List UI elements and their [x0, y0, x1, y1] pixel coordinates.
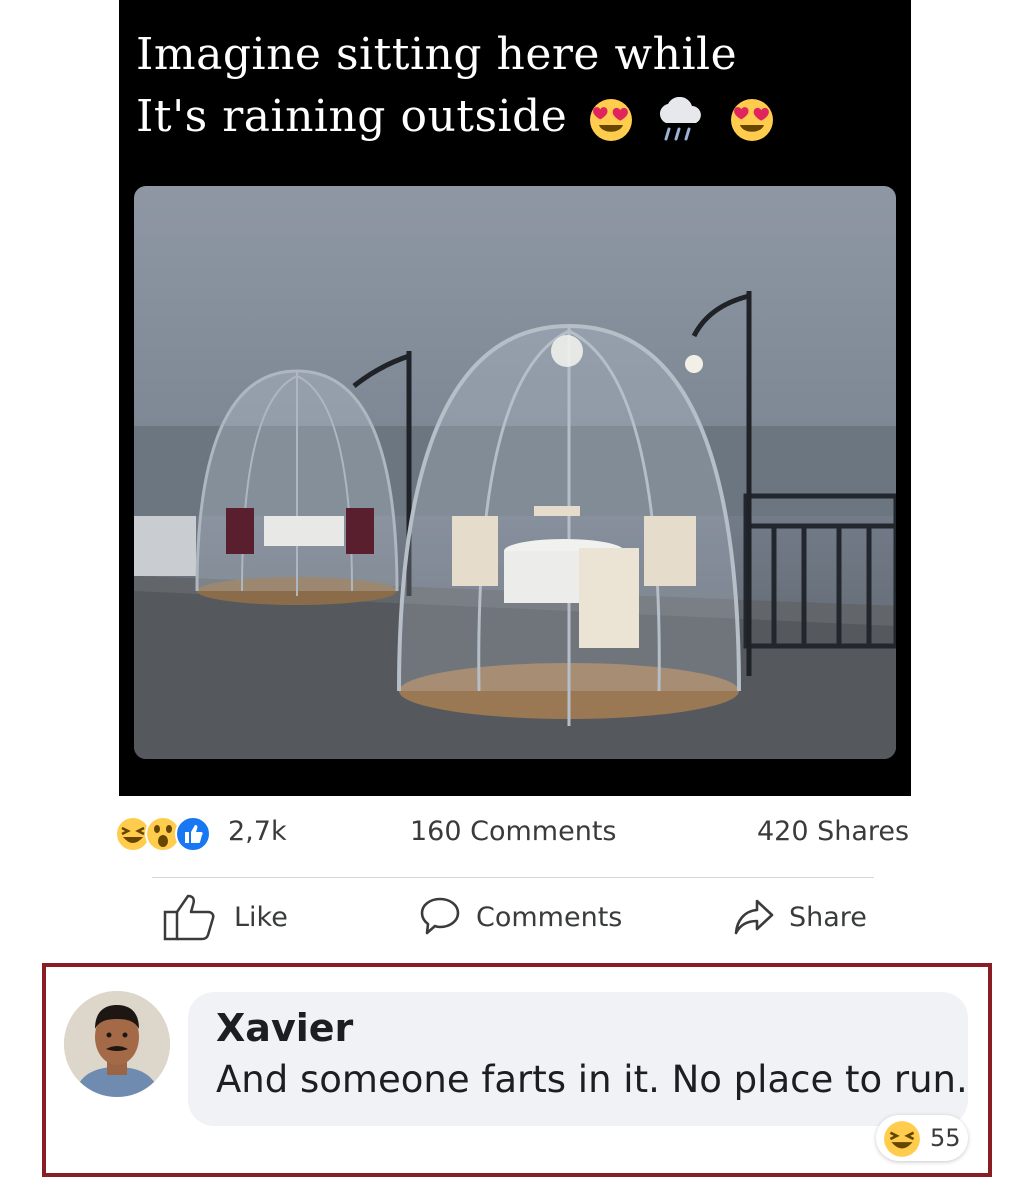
post-image-card: Imagine sitting here while It's raining …	[119, 0, 911, 796]
comment-reaction-count: 55	[930, 1124, 961, 1152]
comment-label: Comments	[476, 901, 623, 933]
laughing-icon	[884, 1121, 920, 1157]
comments-count[interactable]: 160 Comments	[410, 816, 616, 847]
thumbs-up-icon	[163, 894, 215, 941]
post-caption: Imagine sitting here while It's raining …	[136, 24, 896, 148]
comment-author[interactable]: Xavier	[216, 1006, 353, 1050]
like-icon	[175, 816, 211, 852]
commenter-avatar[interactable]	[64, 991, 170, 1097]
heart-eyes-icon	[589, 98, 632, 141]
share-button[interactable]: Share	[733, 890, 867, 944]
like-button[interactable]: Like	[162, 890, 288, 944]
caption-line-2: It's raining outside	[136, 91, 568, 142]
shares-count[interactable]: 420 Shares	[757, 816, 909, 847]
comment-bubble-icon	[420, 897, 460, 935]
share-arrow-icon	[734, 899, 774, 935]
caption-line-1: Imagine sitting here while	[136, 29, 738, 80]
post-stats: 2,7k 160 Comments 420 Shares	[0, 812, 1030, 856]
like-label: Like	[234, 901, 288, 933]
comment-reaction-badge[interactable]: 55	[876, 1115, 968, 1161]
comment-button[interactable]: Comments	[418, 890, 622, 944]
reaction-count[interactable]: 2,7k	[228, 816, 287, 847]
rain-cloud-icon	[660, 96, 702, 140]
dining-domes-photo	[134, 186, 896, 759]
share-label: Share	[789, 901, 867, 933]
comment-text: And someone farts in it. No place to run…	[216, 1058, 968, 1101]
actions-divider	[152, 877, 874, 878]
heart-eyes-icon	[730, 98, 773, 141]
